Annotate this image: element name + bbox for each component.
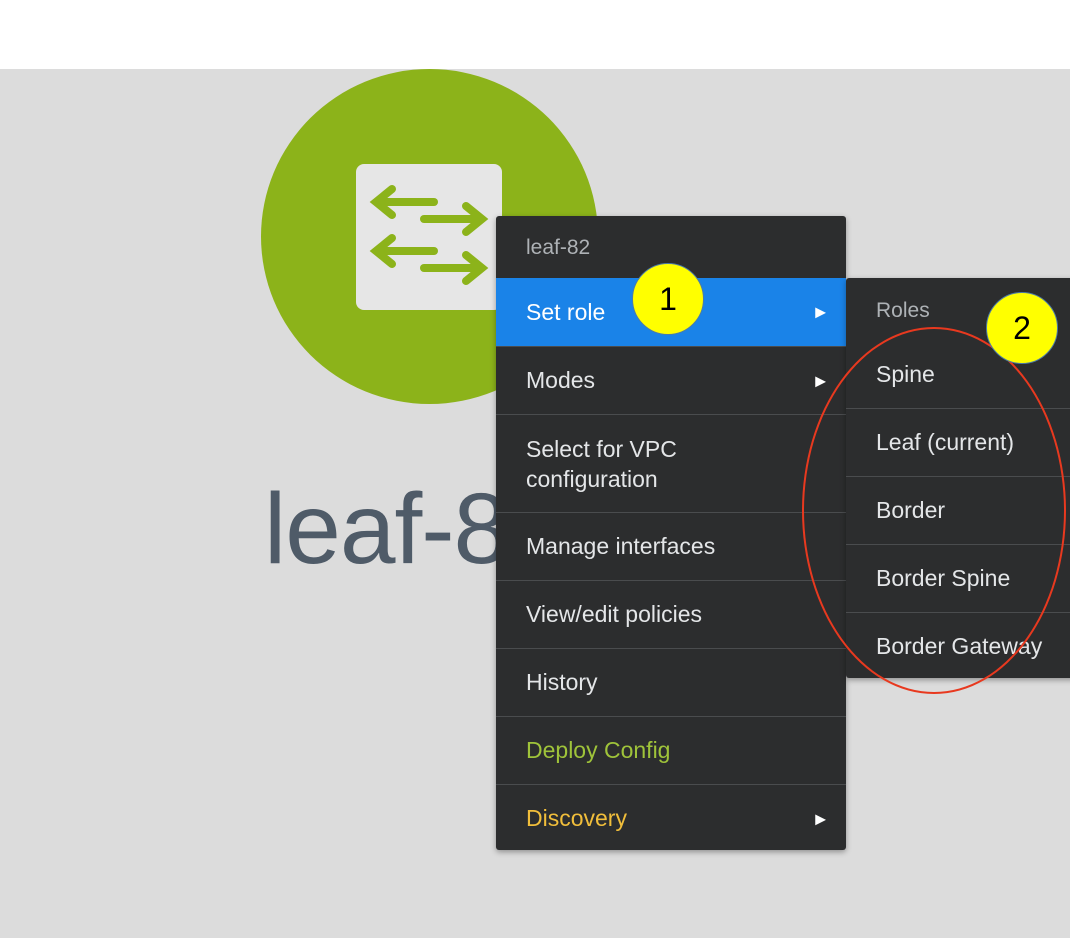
menu-item-label-line2: configuration — [526, 465, 658, 492]
menu-item-label: Select for VPC configuration — [526, 434, 677, 494]
switch-arrows-icon — [356, 164, 502, 310]
menu-item-label: Modes — [526, 367, 596, 393]
menu-item-label: View/edit policies — [526, 601, 703, 627]
menu-item-label-line1: Select for VPC — [526, 435, 677, 462]
menu-item-modes[interactable]: Modes ▶ — [496, 346, 846, 414]
menu-item-discovery[interactable]: Discovery ▶ — [496, 784, 846, 850]
callout-2: 2 — [986, 292, 1058, 364]
menu-item-history[interactable]: History — [496, 648, 846, 716]
chevron-right-icon: ▶ — [815, 372, 826, 388]
chevron-right-icon: ▶ — [815, 303, 826, 320]
chevron-right-icon: ▶ — [815, 810, 826, 826]
menu-item-view-edit-policies[interactable]: View/edit policies — [496, 580, 846, 648]
menu-item-label: Discovery — [526, 805, 627, 831]
menu-item-select-vpc[interactable]: Select for VPC configuration — [496, 414, 846, 512]
node-label: leaf-8 — [264, 473, 509, 585]
menu-item-label: Deploy Config — [526, 737, 671, 763]
highlight-ellipse — [802, 327, 1066, 694]
menu-item-label: Set role — [526, 298, 606, 325]
callout-1: 1 — [632, 263, 704, 335]
menu-item-label: History — [526, 669, 598, 695]
menu-item-deploy-config[interactable]: Deploy Config — [496, 716, 846, 784]
menu-item-label: Manage interfaces — [526, 533, 716, 559]
menu-item-manage-interfaces[interactable]: Manage interfaces — [496, 512, 846, 580]
